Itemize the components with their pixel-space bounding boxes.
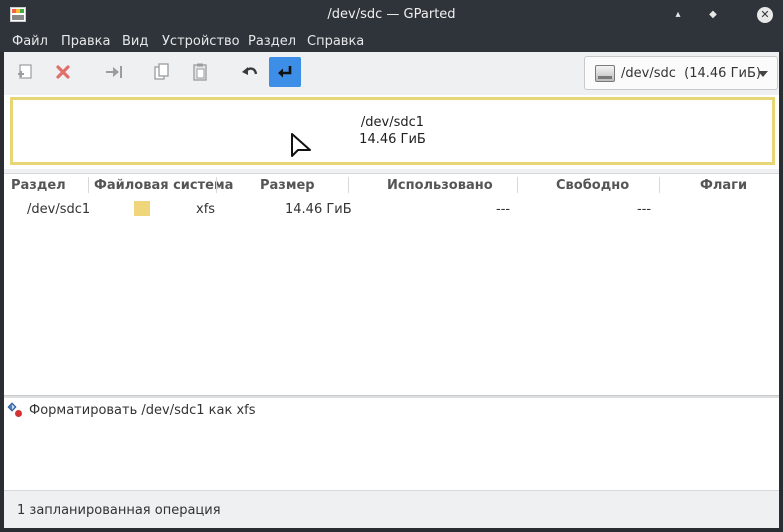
new-partition-icon <box>18 64 32 79</box>
window-title: /dev/sdc — GParted <box>327 7 456 22</box>
column-header-free[interactable]: Свободно <box>556 178 629 193</box>
apply-icon <box>278 66 292 78</box>
column-separator <box>348 177 349 193</box>
menu-file[interactable]: Файл <box>12 34 48 49</box>
copy-icon <box>154 63 169 80</box>
cell-free: --- <box>637 202 652 217</box>
undo-button[interactable] <box>234 57 266 87</box>
menu-device[interactable]: Устройство <box>162 34 240 49</box>
close-button[interactable]: ✕ <box>757 7 773 23</box>
menubar: Файл Правка Вид Устройство Раздел Справк… <box>0 30 783 52</box>
column-header-used[interactable]: Использовано <box>387 178 493 193</box>
menu-partition[interactable]: Раздел <box>248 34 296 49</box>
status-text: 1 запланированная операция <box>17 503 221 518</box>
column-header-size[interactable]: Размер <box>260 178 315 193</box>
menu-edit[interactable]: Правка <box>61 34 110 49</box>
partition-map: /dev/sdc1 14.46 ГиБ <box>4 95 779 169</box>
column-separator <box>88 177 89 193</box>
partition-block-name: /dev/sdc1 <box>360 115 425 130</box>
cell-filesystem: xfs <box>196 202 216 217</box>
gparted-window: /dev/sdc — GParted ▴ ◆ ✕ Файл Правка Вид… <box>0 0 783 532</box>
delete-button[interactable] <box>47 57 79 87</box>
column-header-partition[interactable]: Раздел <box>11 178 66 193</box>
device-label: /dev/sdc (14.46 ГиБ) <box>621 66 761 81</box>
apply-button[interactable] <box>269 57 301 87</box>
partition-block-size: 14.46 ГиБ <box>359 132 426 147</box>
device-size: (14.46 ГиБ) <box>684 66 761 81</box>
copy-button[interactable] <box>146 57 178 87</box>
column-header-filesystem[interactable]: Файловая система <box>94 178 233 193</box>
cell-size: 14.46 ГиБ <box>285 202 352 217</box>
hard-disk-icon <box>595 65 615 82</box>
mouse-cursor-icon <box>291 133 311 157</box>
statusbar: 1 запланированная операция <box>4 490 779 528</box>
menu-view[interactable]: Вид <box>122 34 148 49</box>
toolbar: /dev/sdc (14.46 ГиБ) <box>4 52 779 94</box>
device-path: /dev/sdc <box>621 66 676 81</box>
cell-used: --- <box>496 202 511 217</box>
column-separator <box>216 177 217 193</box>
format-operation-icon <box>7 402 22 417</box>
pending-operations-list: Форматировать /dev/sdc1 как xfs <box>4 398 779 490</box>
paste-icon <box>193 63 207 81</box>
column-header-flags[interactable]: Флаги <box>700 178 747 193</box>
main-area: /dev/sdc (14.46 ГиБ) /dev/sdc1 14.46 ГиБ… <box>4 52 779 528</box>
filesystem-color-swatch <box>134 201 150 216</box>
resize-move-icon <box>106 66 122 78</box>
column-separator <box>659 177 660 193</box>
chevron-down-icon <box>758 71 768 77</box>
cell-partition: /dev/sdc1 <box>27 202 91 217</box>
paste-button[interactable] <box>184 57 216 87</box>
minimize-button[interactable]: ▴ <box>670 7 686 23</box>
delete-icon <box>56 65 70 79</box>
resize-move-button[interactable] <box>98 57 130 87</box>
partition-block-sdc1[interactable]: /dev/sdc1 14.46 ГиБ <box>10 97 775 165</box>
titlebar[interactable]: /dev/sdc — GParted ▴ ◆ ✕ <box>0 0 783 30</box>
partition-list: Раздел Файловая система Размер Использов… <box>4 173 779 395</box>
new-partition-button[interactable] <box>9 57 41 87</box>
menu-help[interactable]: Справка <box>307 34 364 49</box>
undo-icon <box>242 67 258 75</box>
operation-text: Форматировать /dev/sdc1 как xfs <box>29 403 256 418</box>
maximize-button[interactable]: ◆ <box>705 7 721 23</box>
column-separator <box>517 177 518 193</box>
device-selector[interactable]: /dev/sdc (14.46 ГиБ) <box>584 56 778 90</box>
